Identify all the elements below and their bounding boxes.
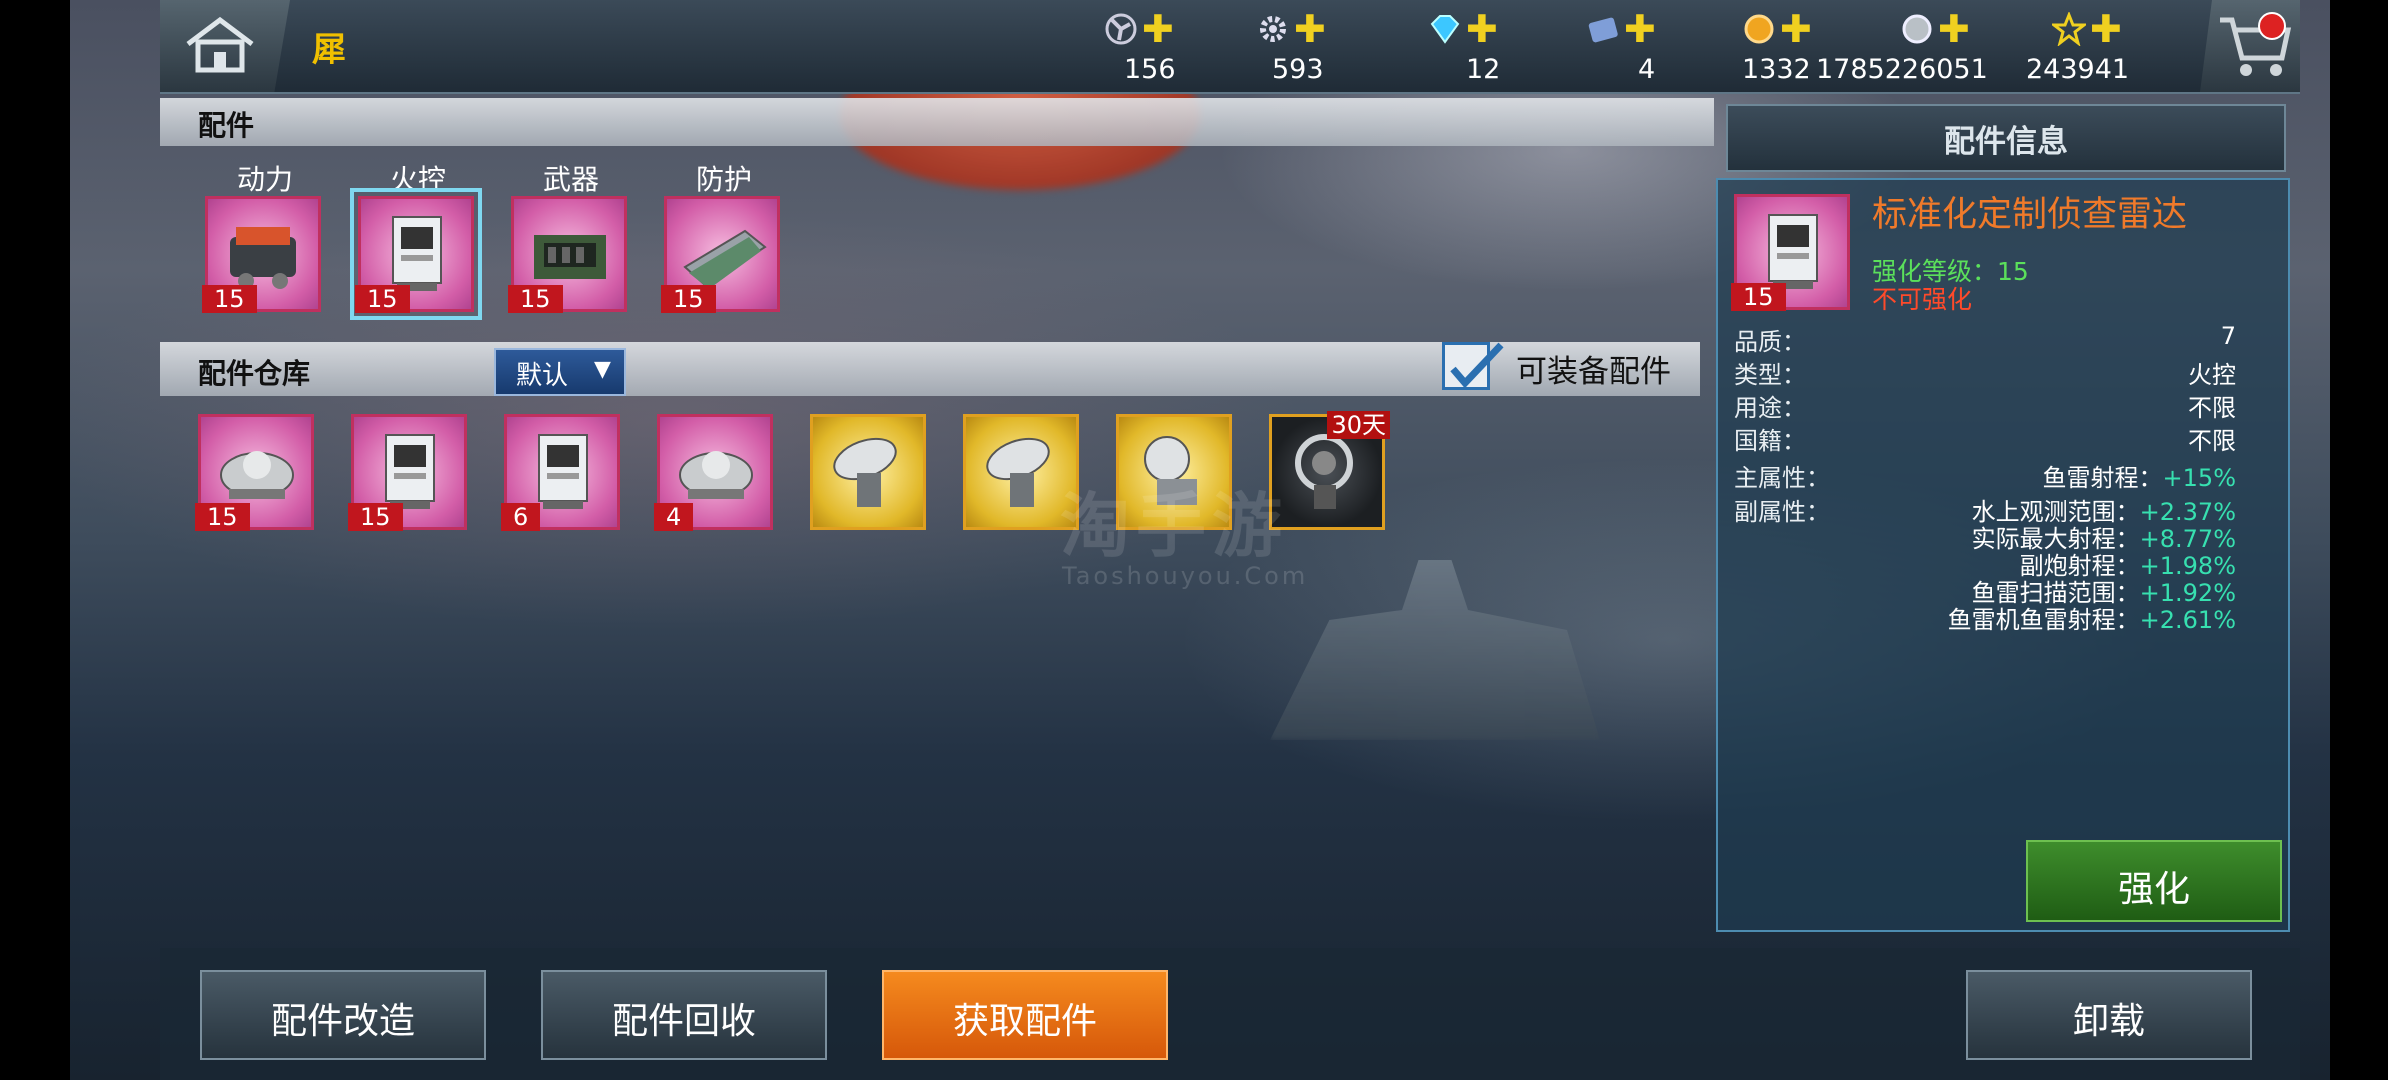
prop-type-value: 火控 [2188, 361, 2236, 389]
warehouse-title: 配件仓库 [198, 357, 311, 390]
resource-value: 1785226051 [1816, 54, 1988, 85]
add-icon[interactable]: ✚ [1624, 10, 1656, 48]
notification-dot [2258, 12, 2286, 40]
resource-value: 156 [1124, 54, 1176, 85]
dropdown-arrow-icon: ▼ [594, 357, 611, 382]
prop-quality-value: 7 [2220, 322, 2236, 350]
modify-part-label: 配件改造 [270, 1001, 415, 1042]
sort-dropdown[interactable]: 默认 ▼ [494, 348, 626, 396]
part-name: 标准化定制侦查雷达 [1872, 195, 2188, 235]
warehouse-item[interactable]: 15 [195, 414, 314, 531]
prop-nationality-value: 不限 [2188, 427, 2236, 455]
star-icon [2052, 12, 2086, 46]
slot-label-weapon: 武器 [542, 163, 599, 196]
selected-part-icon: 15 [1731, 194, 1850, 311]
resource-value: 12 [1466, 54, 1501, 85]
diamond-icon [1430, 15, 1460, 44]
watermark-url: Taoshouyou.Com [1062, 562, 1309, 590]
part-info-title: 配件信息 [1944, 124, 2068, 160]
level-badge: 15 [1731, 283, 1786, 311]
radar-dish-icon [833, 437, 897, 507]
prop-nationality-label: 国籍： [1734, 427, 1806, 455]
equippable-filter-label: 可装备配件 [1516, 354, 1671, 390]
slot-label-protection: 防护 [695, 163, 752, 196]
modify-part-button[interactable]: 配件改造 [200, 970, 486, 1060]
gear-icon [1260, 16, 1286, 42]
level-badge: 15 [195, 503, 250, 531]
warehouse-item[interactable]: 6 [501, 414, 620, 531]
part-info-header: 配件信息 [1726, 104, 2286, 172]
prop-usage-value: 不限 [2188, 394, 2236, 422]
equipped-header: 配件 [160, 98, 1714, 146]
shop-cart-button[interactable] [2200, 0, 2300, 92]
resource-value: 593 [1272, 54, 1324, 85]
level-badge: 15 [348, 503, 403, 531]
slot-label-fire-control: 火控 [389, 163, 446, 196]
warehouse-item[interactable]: 4 [654, 414, 773, 531]
resource-value: 4 [1638, 54, 1656, 85]
home-icon [186, 16, 254, 73]
prop-quality-label: 品质： [1734, 328, 1806, 356]
slot-label-power: 动力 [236, 163, 293, 196]
warship-image [1270, 560, 1600, 740]
main-attr-label: 主属性： [1734, 464, 1830, 492]
obtain-part-button[interactable]: 获取配件 [882, 970, 1168, 1060]
unload-label: 卸载 [2072, 1001, 2145, 1042]
add-icon[interactable]: ✚ [1142, 10, 1174, 48]
equipped-title: 配件 [198, 109, 255, 142]
level-badge: 15 [355, 285, 410, 313]
add-icon[interactable]: ✚ [1938, 10, 1970, 48]
level-badge: 15 [508, 285, 563, 313]
main-attr-value: 鱼雷射程：+15% [2042, 464, 2236, 492]
equipped-slot-protection[interactable]: 15 [661, 196, 780, 313]
add-icon[interactable]: ✚ [2090, 10, 2122, 48]
recycle-part-button[interactable]: 配件回收 [541, 970, 827, 1060]
sub-attr-value: 鱼雷机鱼雷射程：+2.61% [1947, 606, 2236, 634]
add-icon[interactable]: ✚ [1780, 10, 1812, 48]
prop-type-label: 类型： [1734, 361, 1806, 389]
level-badge: 4 [654, 503, 694, 531]
level-badge: 15 [661, 285, 716, 313]
warehouse-item[interactable] [810, 414, 926, 530]
equipped-slot-fire-control[interactable]: 15 [350, 188, 482, 320]
home-button[interactable] [160, 0, 290, 92]
checkmark-icon [1450, 342, 1504, 389]
obtain-part-label: 获取配件 [952, 1001, 1097, 1042]
not-enhanceable-text: 不可强化 [1872, 285, 1973, 314]
silver-coin-icon [1902, 14, 1932, 44]
equipped-slot-weapon[interactable]: 15 [508, 196, 627, 313]
sort-value: 默认 [516, 361, 569, 391]
equippable-filter-checkbox[interactable] [1442, 342, 1504, 390]
resource-value: 1332 [1742, 54, 1811, 85]
prop-usage-label: 用途： [1734, 394, 1806, 422]
watermark-text: 淘手游 [1060, 485, 1288, 567]
recycle-part-label: 配件回收 [611, 1001, 756, 1042]
radar-dish-icon [986, 437, 1050, 507]
level-badge: 15 [202, 285, 257, 313]
level-badge: 6 [501, 503, 541, 531]
add-icon[interactable]: ✚ [1466, 10, 1498, 48]
ticket-icon [1588, 17, 1618, 43]
gold-coin-icon [1744, 14, 1774, 44]
propeller-icon [1105, 13, 1137, 45]
enhance-button-label: 强化 [2117, 869, 2190, 910]
sub-attr-label: 副属性： [1734, 498, 1830, 526]
add-icon[interactable]: ✚ [1294, 10, 1326, 48]
resource-value: 243941 [2026, 54, 2130, 85]
warehouse-item[interactable]: 15 [348, 414, 467, 531]
expiry-badge: 30天 [1327, 411, 1390, 439]
ship-name: 犀 [312, 30, 346, 70]
radar-dish-icon [1295, 434, 1353, 509]
unload-button[interactable]: 卸载 [1966, 970, 2252, 1060]
equipped-slot-power[interactable]: 15 [202, 196, 321, 313]
enhance-button[interactable]: 强化 [2026, 840, 2282, 922]
